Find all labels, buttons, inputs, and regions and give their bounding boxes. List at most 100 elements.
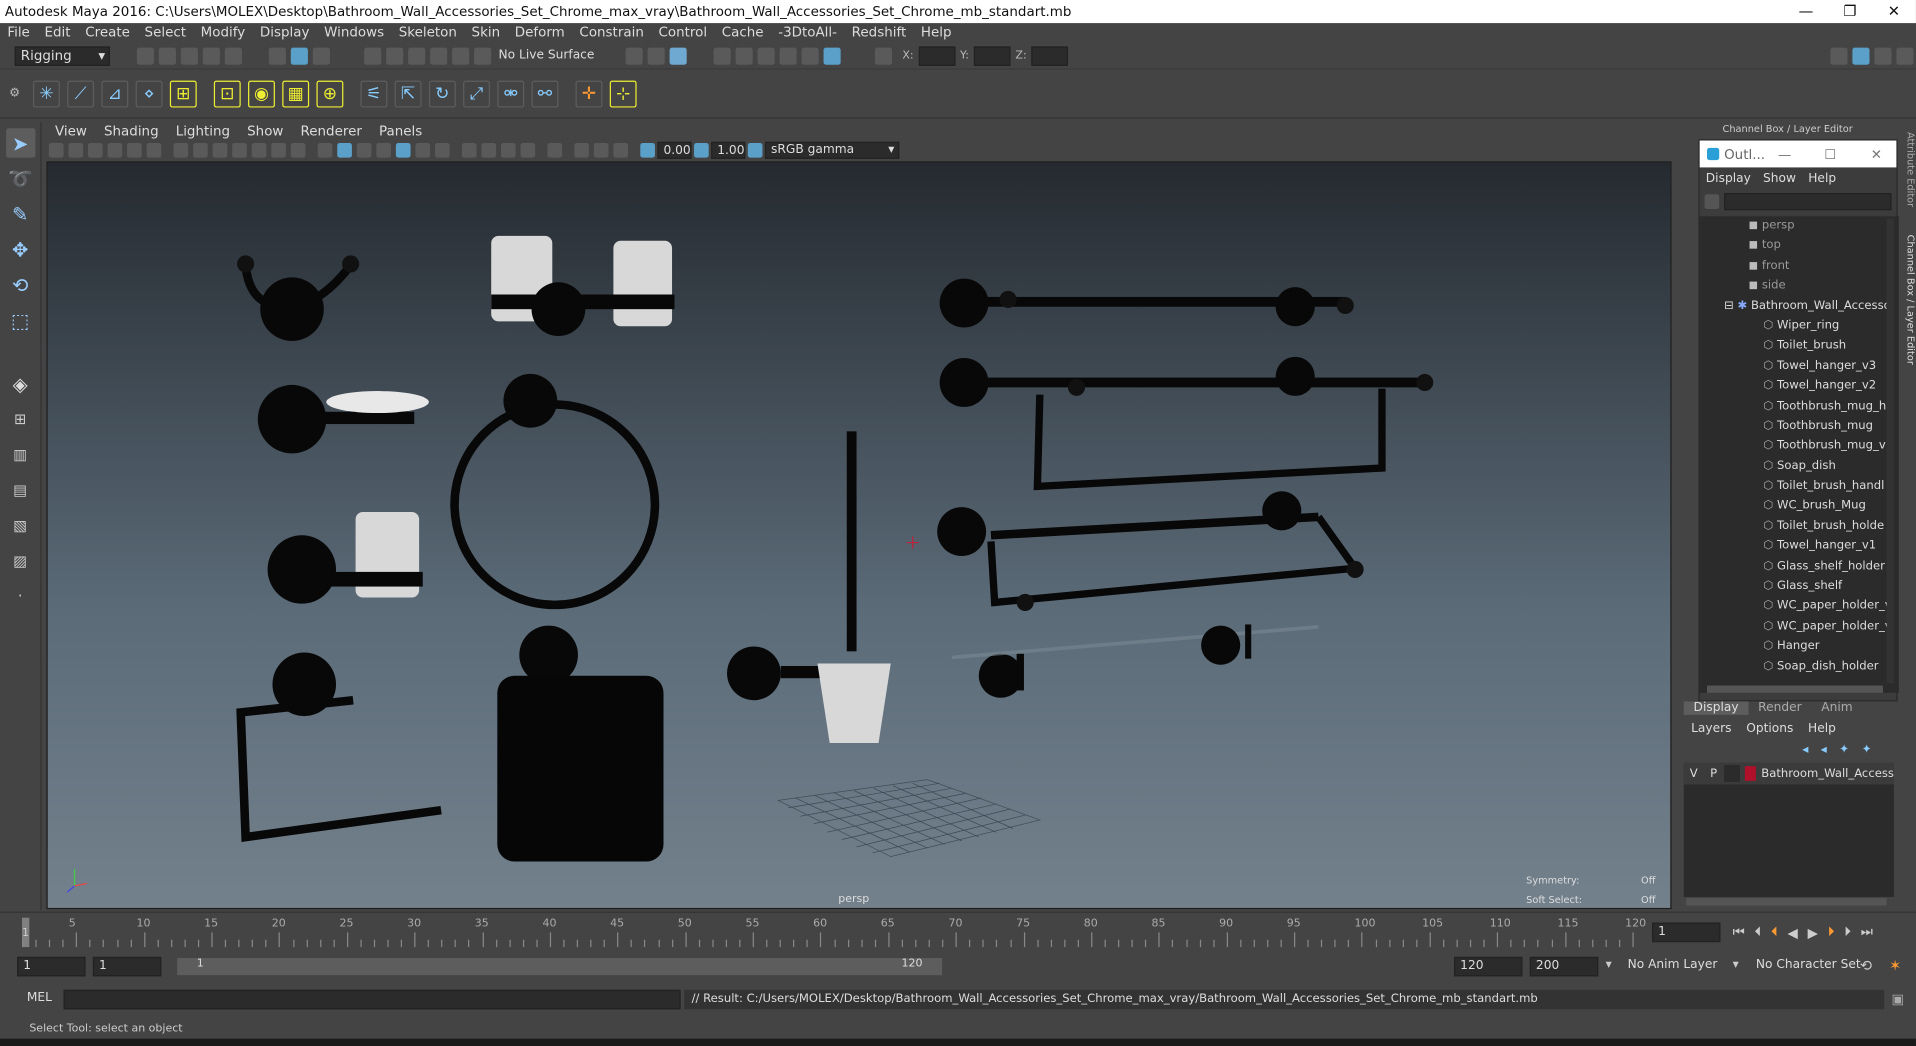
new-layer-selected-icon[interactable]: ✦ bbox=[1862, 742, 1872, 755]
menu-cache[interactable]: Cache bbox=[714, 23, 770, 43]
shelf-options-icon[interactable]: ⚙ bbox=[0, 87, 29, 100]
script-editor-icon[interactable]: ▣ bbox=[1892, 991, 1905, 1007]
outliner-item-child[interactable]: ⬡ Soap_dish_holder bbox=[1700, 657, 1899, 677]
soap-dish-model[interactable] bbox=[257, 384, 429, 454]
menu-control[interactable]: Control bbox=[651, 23, 714, 43]
playback-start-field[interactable]: 1 bbox=[92, 956, 162, 977]
layer-horizontal-scrollbar[interactable] bbox=[1686, 898, 1887, 906]
outliner-close-button[interactable]: ✕ bbox=[1871, 146, 1882, 162]
film-gate-icon[interactable] bbox=[193, 142, 208, 158]
two-d-pan-icon[interactable] bbox=[127, 142, 142, 158]
outliner-item-top[interactable]: ◼ top bbox=[1700, 236, 1899, 256]
menu-modify[interactable]: Modify bbox=[193, 23, 252, 43]
time-slider[interactable]: 1 5 10 15 20 25 30 35 40 45 50 55 60 65 70 75 80 85 90 95 1… bbox=[0, 911, 1916, 951]
pole-vector-icon[interactable]: ⚯ bbox=[531, 80, 559, 107]
image-plane-icon[interactable] bbox=[107, 142, 123, 158]
minimize-button[interactable]: — bbox=[1784, 0, 1828, 23]
outliner-item-child[interactable]: ⬡ WC_brush_Mug bbox=[1700, 497, 1899, 517]
step-forward-key-icon[interactable]: ⏵ bbox=[1844, 924, 1851, 941]
menu-3dtoall[interactable]: -3DtoAll- bbox=[771, 23, 844, 43]
toggle-channel-box-icon[interactable] bbox=[1852, 47, 1870, 65]
command-input[interactable] bbox=[63, 989, 681, 1010]
xray-joints-icon[interactable] bbox=[613, 142, 629, 158]
playback-end-field[interactable]: 120 bbox=[1454, 956, 1523, 977]
gate-mask-icon[interactable] bbox=[232, 142, 247, 158]
mode-dropdown[interactable]: Rigging ▾ bbox=[14, 45, 110, 66]
toothbrush-mug-model[interactable] bbox=[267, 512, 423, 604]
grease-pencil-icon[interactable] bbox=[146, 142, 162, 158]
gamma-icon[interactable] bbox=[694, 142, 709, 158]
y-coord-field[interactable] bbox=[973, 45, 1011, 66]
outliner-item-child[interactable]: ⬡ Toilet_brush bbox=[1700, 336, 1899, 356]
use-all-lights-icon[interactable] bbox=[415, 142, 431, 158]
hik-icon[interactable]: ⊹ bbox=[609, 80, 637, 107]
default-material-icon[interactable] bbox=[356, 142, 372, 158]
go-to-start-icon[interactable]: ⏮ bbox=[1733, 924, 1745, 941]
select-hierarchy-icon[interactable] bbox=[268, 47, 286, 65]
chevron-down-icon[interactable]: ▾ bbox=[1733, 958, 1739, 971]
outliner-item-child[interactable]: ⬡ Toothbrush_mug_v bbox=[1700, 437, 1899, 457]
menu-edit[interactable]: Edit bbox=[37, 23, 78, 43]
outliner-item-child[interactable]: ⬡ WC_paper_holder_v bbox=[1700, 597, 1899, 617]
menu-skin[interactable]: Skin bbox=[464, 23, 507, 43]
outliner-search-input[interactable] bbox=[1724, 193, 1892, 211]
parent-constraint-icon[interactable]: ⚮ bbox=[497, 80, 525, 107]
snap-point-icon[interactable] bbox=[408, 47, 426, 65]
maximize-button[interactable]: ❐ bbox=[1828, 0, 1872, 23]
animation-preferences-icon[interactable]: ✶ bbox=[1889, 957, 1901, 974]
outliner-item-group[interactable]: ⊟ ✱ Bathroom_Wall_Accesso bbox=[1700, 296, 1899, 316]
step-back-frame-icon[interactable]: ⏴ bbox=[1771, 924, 1778, 941]
scale-tool-icon[interactable]: ⬚ bbox=[5, 306, 34, 335]
collapse-icon[interactable]: ⊟ bbox=[1724, 299, 1737, 312]
layout-graph-icon[interactable]: ▧ bbox=[5, 511, 34, 540]
hypershade-icon[interactable] bbox=[802, 47, 820, 65]
orient-constraint-icon[interactable]: ↻ bbox=[428, 80, 456, 107]
time-ruler[interactable]: 1 51015202530354045505560657075808590951… bbox=[21, 917, 1646, 948]
menu-help[interactable]: Help bbox=[914, 23, 959, 43]
panel-menu-show[interactable]: Show bbox=[239, 123, 292, 139]
select-tool-icon[interactable]: ➤ bbox=[5, 128, 35, 158]
outliner-maximize-button[interactable]: ☐ bbox=[1824, 146, 1836, 162]
script-language-button[interactable]: MEL bbox=[27, 991, 52, 1004]
hanger-model[interactable] bbox=[237, 255, 360, 341]
menu-file[interactable]: File bbox=[0, 23, 37, 43]
point-constraint-icon[interactable]: ⚟ bbox=[360, 80, 388, 107]
character-set-label[interactable]: No Character Set bbox=[1756, 958, 1861, 971]
layer-row[interactable]: V P Bathroom_Wall_Access bbox=[1683, 762, 1894, 785]
xray-icon[interactable] bbox=[574, 142, 589, 158]
smooth-shade-icon[interactable] bbox=[337, 142, 352, 158]
two-view-icon[interactable]: ▥ bbox=[5, 440, 34, 469]
outliner-item-persp[interactable]: ◼ persp bbox=[1700, 216, 1899, 236]
locator-icon[interactable]: ✛ bbox=[575, 80, 603, 107]
safe-action-icon[interactable] bbox=[271, 142, 286, 158]
field-chart-icon[interactable] bbox=[251, 142, 267, 158]
new-layer-icon[interactable]: ✦ bbox=[1839, 742, 1849, 755]
glass-shelf-holder-model[interactable] bbox=[978, 653, 1024, 698]
outliner-vertical-scrollbar[interactable] bbox=[1886, 218, 1894, 684]
layer-editor-icon[interactable] bbox=[1896, 47, 1914, 65]
transform-mode-icon[interactable] bbox=[875, 47, 893, 65]
redshift-render-icon[interactable] bbox=[824, 47, 842, 65]
outliner-horizontal-scrollbar[interactable] bbox=[1706, 685, 1883, 693]
multisample-aa-icon[interactable] bbox=[500, 142, 516, 158]
menu-constrain[interactable]: Constrain bbox=[572, 23, 651, 43]
layout-persp-outliner-icon[interactable]: ▤ bbox=[5, 475, 34, 504]
four-view-icon[interactable]: ⊞ bbox=[5, 404, 34, 433]
gamma-field[interactable]: 1.00 bbox=[711, 141, 746, 159]
toggle-tool-settings-icon[interactable] bbox=[1874, 47, 1892, 65]
snap-view-icon[interactable] bbox=[430, 47, 448, 65]
layer-type-toggle[interactable] bbox=[1723, 764, 1740, 783]
towel-hanger-v2-model[interactable] bbox=[939, 356, 1434, 491]
select-object-icon[interactable] bbox=[290, 47, 308, 65]
close-button[interactable]: ✕ bbox=[1872, 0, 1916, 23]
auto-key-icon[interactable]: ⟲ bbox=[1860, 957, 1872, 974]
outliner-menu-help[interactable]: Help bbox=[1802, 172, 1842, 185]
filter-icon[interactable] bbox=[1704, 194, 1720, 209]
layout-hypershade-icon[interactable]: ▨ bbox=[5, 546, 34, 575]
safe-title-icon[interactable] bbox=[290, 142, 306, 158]
outliner-item-child[interactable]: ⬡ Glass_shelf bbox=[1700, 577, 1899, 597]
outliner-item-child[interactable]: ⬡ Towel_hanger_v1 bbox=[1700, 537, 1899, 557]
range-slider-bar[interactable]: 1 120 bbox=[177, 958, 943, 976]
joint-tool-icon[interactable]: ✳ bbox=[32, 80, 60, 107]
chevron-down-icon[interactable]: ▾ bbox=[1606, 958, 1612, 971]
